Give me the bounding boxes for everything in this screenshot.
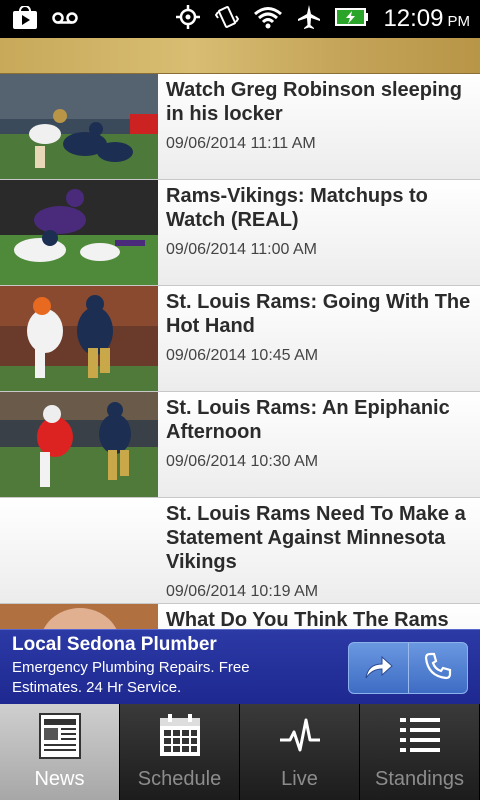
news-list[interactable]: Watch Greg Robinson sleeping in his lock… xyxy=(0,74,480,630)
ad-banner[interactable]: Local Sedona Plumber Emergency Plumbing … xyxy=(0,629,480,704)
news-thumbnail xyxy=(0,180,158,285)
tab-label: Live xyxy=(281,768,318,790)
news-title: St. Louis Rams: Going With The Hot Hand xyxy=(166,291,471,337)
list-item[interactable]: Watch Greg Robinson sleeping in his lock… xyxy=(0,74,480,180)
tab-schedule[interactable]: Schedule xyxy=(120,704,240,800)
bottom-tab-bar: News Schedule Live Standings xyxy=(0,704,480,800)
ad-title: Local Sedona Plumber xyxy=(12,634,217,655)
battery-charging-icon xyxy=(335,7,369,32)
gps-icon xyxy=(175,4,201,35)
tab-label: News xyxy=(34,768,85,790)
news-title: St. Louis Rams: An Epiphanic Afternoon xyxy=(166,397,450,443)
tab-label: Standings xyxy=(375,768,464,790)
vibrate-icon xyxy=(215,4,240,35)
news-title: What Do You Think The Rams xyxy=(166,609,449,630)
news-thumbnail xyxy=(0,604,158,630)
list-item[interactable]: St. Louis Rams: An Epiphanic Afternoon 0… xyxy=(0,392,480,498)
calendar-icon xyxy=(156,712,204,760)
ad-description: Emergency Plumbing Repairs. Free Estimat… xyxy=(12,659,250,696)
list-item[interactable]: St. Louis Rams: Going With The Hot Hand … xyxy=(0,286,480,392)
pulse-icon xyxy=(276,712,324,760)
ad-call-button[interactable] xyxy=(407,643,468,693)
header-bar xyxy=(0,38,480,74)
tab-label: Schedule xyxy=(137,768,222,790)
phone-icon xyxy=(423,651,453,686)
news-date: 09/06/2014 10:19 AM xyxy=(166,583,319,600)
share-arrow-icon xyxy=(362,652,394,685)
wifi-icon xyxy=(253,5,283,34)
ad-share-button[interactable] xyxy=(349,643,408,693)
tab-news[interactable]: News xyxy=(0,704,120,800)
news-date: 09/06/2014 10:30 AM xyxy=(166,453,319,470)
ad-actions xyxy=(348,642,468,694)
news-title: Watch Greg Robinson sleeping in his lock… xyxy=(166,79,462,125)
news-thumbnail xyxy=(0,74,158,179)
airplane-icon xyxy=(297,4,321,35)
list-item[interactable]: St. Louis Rams Need To Make a Statement … xyxy=(0,498,480,604)
tab-live[interactable]: Live xyxy=(240,704,360,800)
news-date: 09/06/2014 10:45 AM xyxy=(166,347,319,364)
news-title: St. Louis Rams Need To Make a Statement … xyxy=(166,503,466,573)
tab-standings[interactable]: Standings xyxy=(360,704,480,800)
news-thumbnail xyxy=(0,392,158,497)
list-item[interactable]: Rams-Vikings: Matchups to Watch (REAL) 0… xyxy=(0,180,480,286)
play-store-icon xyxy=(12,5,38,35)
newspaper-icon xyxy=(36,712,84,760)
news-date: 09/06/2014 11:11 AM xyxy=(166,135,316,152)
status-bar: 12:09 PM xyxy=(0,0,480,38)
voicemail-icon xyxy=(52,11,78,30)
list-icon xyxy=(396,712,444,760)
news-title: Rams-Vikings: Matchups to Watch (REAL) xyxy=(166,185,428,231)
list-item[interactable]: What Do You Think The Rams xyxy=(0,604,480,630)
news-thumbnail xyxy=(0,286,158,391)
status-time: 12:09 PM xyxy=(383,5,470,32)
news-date: 09/06/2014 11:00 AM xyxy=(166,241,317,258)
